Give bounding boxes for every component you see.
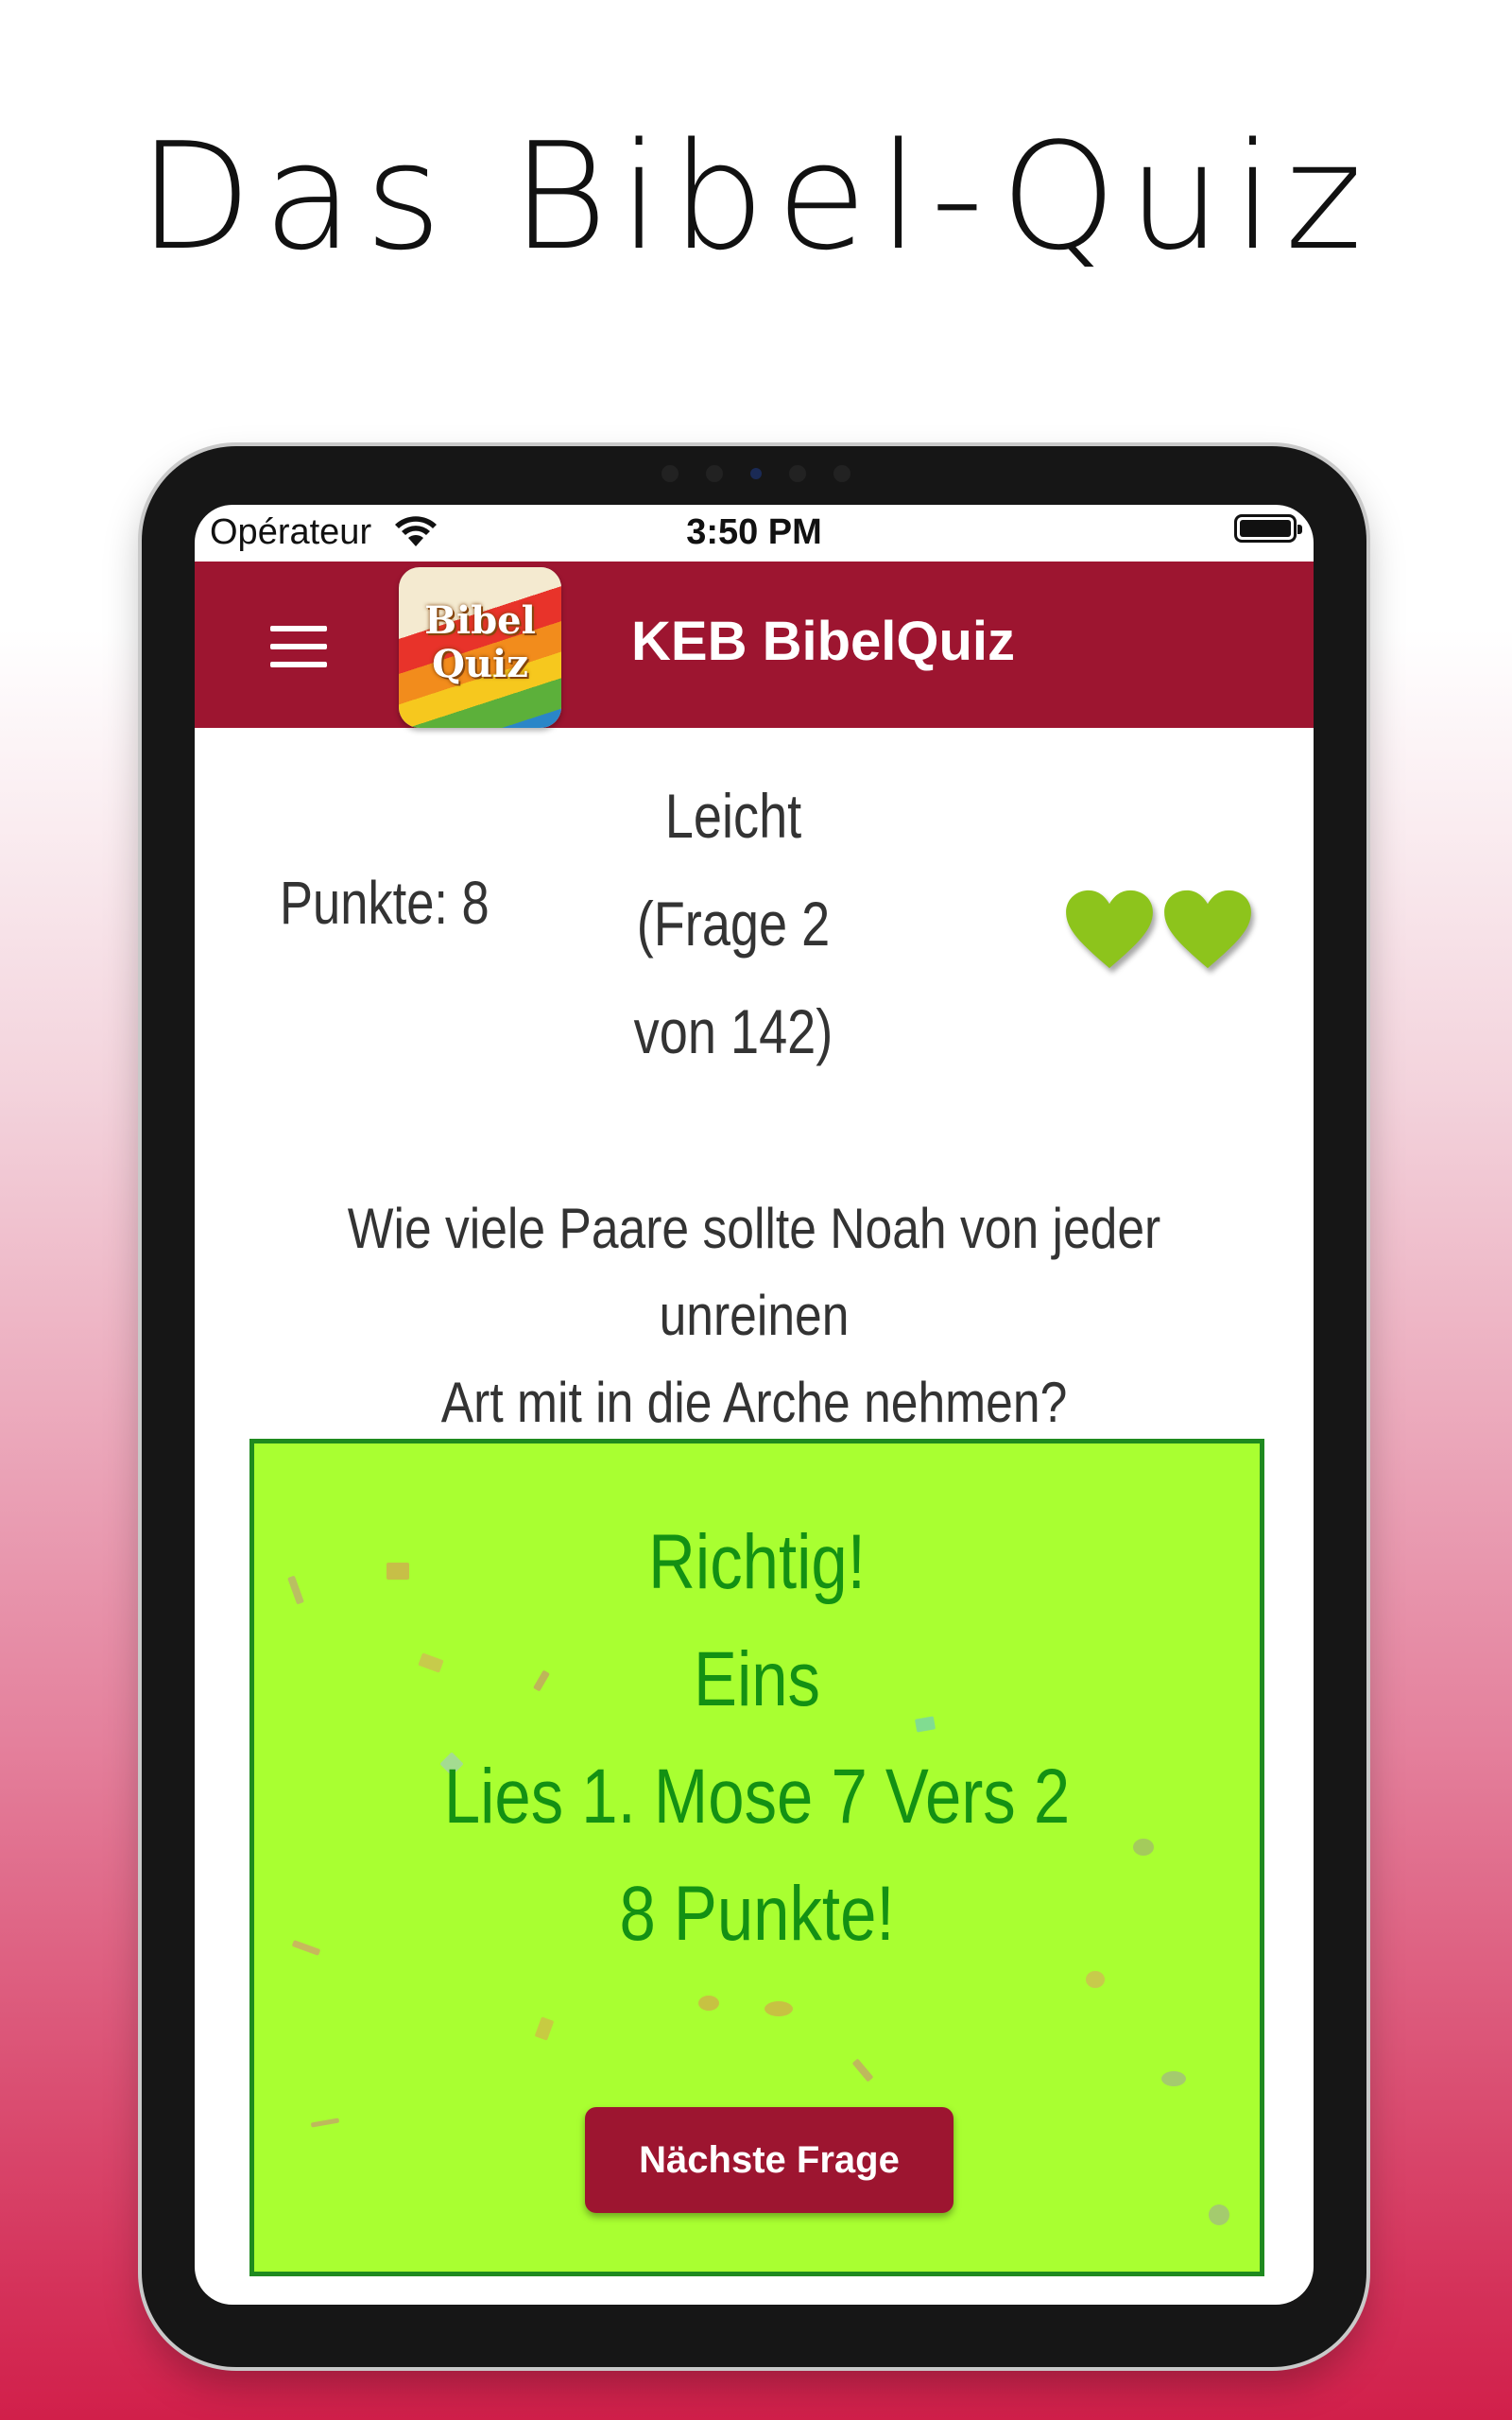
confetti-piece	[1161, 2071, 1186, 2086]
level-name: Leicht	[664, 781, 802, 851]
question-line: Art mit in die Arche nehmen?	[440, 1371, 1068, 1434]
confetti-piece	[851, 2058, 874, 2083]
camera-sensor	[789, 465, 806, 482]
camera-sensor	[706, 465, 723, 482]
battery-icon	[1234, 514, 1302, 543]
app-title: KEB BibelQuiz	[631, 611, 1016, 672]
lives-hearts	[1064, 889, 1253, 972]
heart-icon	[1066, 890, 1153, 969]
confetti-piece	[310, 2118, 340, 2128]
device-screen: Opérateur 3:50 PM Bibel Quiz KEB BibelQu…	[195, 505, 1314, 2305]
points-label: Punkte: 8	[280, 869, 490, 937]
hamburger-menu-icon[interactable]	[270, 626, 327, 667]
question-line: Wie viele Paare sollte Noah von jeder un…	[347, 1197, 1161, 1347]
camera-lens	[750, 468, 762, 479]
confetti-piece	[1086, 1971, 1105, 1988]
result-reference: Lies 1. Mose 7 Vers 2	[443, 1754, 1071, 1840]
result-text: Richtig! Eins Lies 1. Mose 7 Vers 2 8 Pu…	[335, 1504, 1179, 1973]
question-text: Wie viele Paare sollte Noah von jeder un…	[305, 1185, 1202, 1446]
app-bar: Bibel Quiz KEB BibelQuiz	[195, 562, 1314, 728]
confetti-piece	[287, 1575, 304, 1605]
app-logo: Bibel Quiz	[399, 567, 561, 728]
score-row: Punkte: 8 Leicht (Frage 2 von 142)	[195, 728, 1314, 1066]
logo-text-line2: Quiz	[432, 642, 528, 686]
confetti-piece	[534, 2016, 555, 2041]
camera-bar	[662, 461, 850, 486]
status-time: 3:50 PM	[686, 512, 822, 552]
heart-icon	[1164, 890, 1251, 969]
result-verdict: Richtig!	[648, 1519, 866, 1605]
camera-sensor	[662, 465, 679, 482]
next-question-button[interactable]: Nächste Frage	[585, 2107, 954, 2213]
confetti-piece	[1209, 2204, 1229, 2225]
question-counter: (Frage 2	[636, 889, 831, 959]
camera-sensor	[833, 465, 850, 482]
confetti-piece	[291, 1940, 321, 1956]
confetti-piece	[765, 2001, 793, 2016]
promo-title: Das Bibel-Quiz	[138, 111, 1374, 283]
confetti-piece	[698, 1996, 719, 2011]
answer-result-panel: Richtig! Eins Lies 1. Mose 7 Vers 2 8 Pu…	[249, 1439, 1264, 2276]
result-points: 8 Punkte!	[619, 1871, 895, 1957]
status-bar: Opérateur 3:50 PM	[195, 505, 1314, 562]
result-answer: Eins	[693, 1636, 820, 1722]
level-info: Leicht (Frage 2 von 142)	[602, 762, 866, 1085]
logo-text-line1: Bibel	[424, 598, 536, 643]
question-total: von 142)	[633, 996, 833, 1066]
